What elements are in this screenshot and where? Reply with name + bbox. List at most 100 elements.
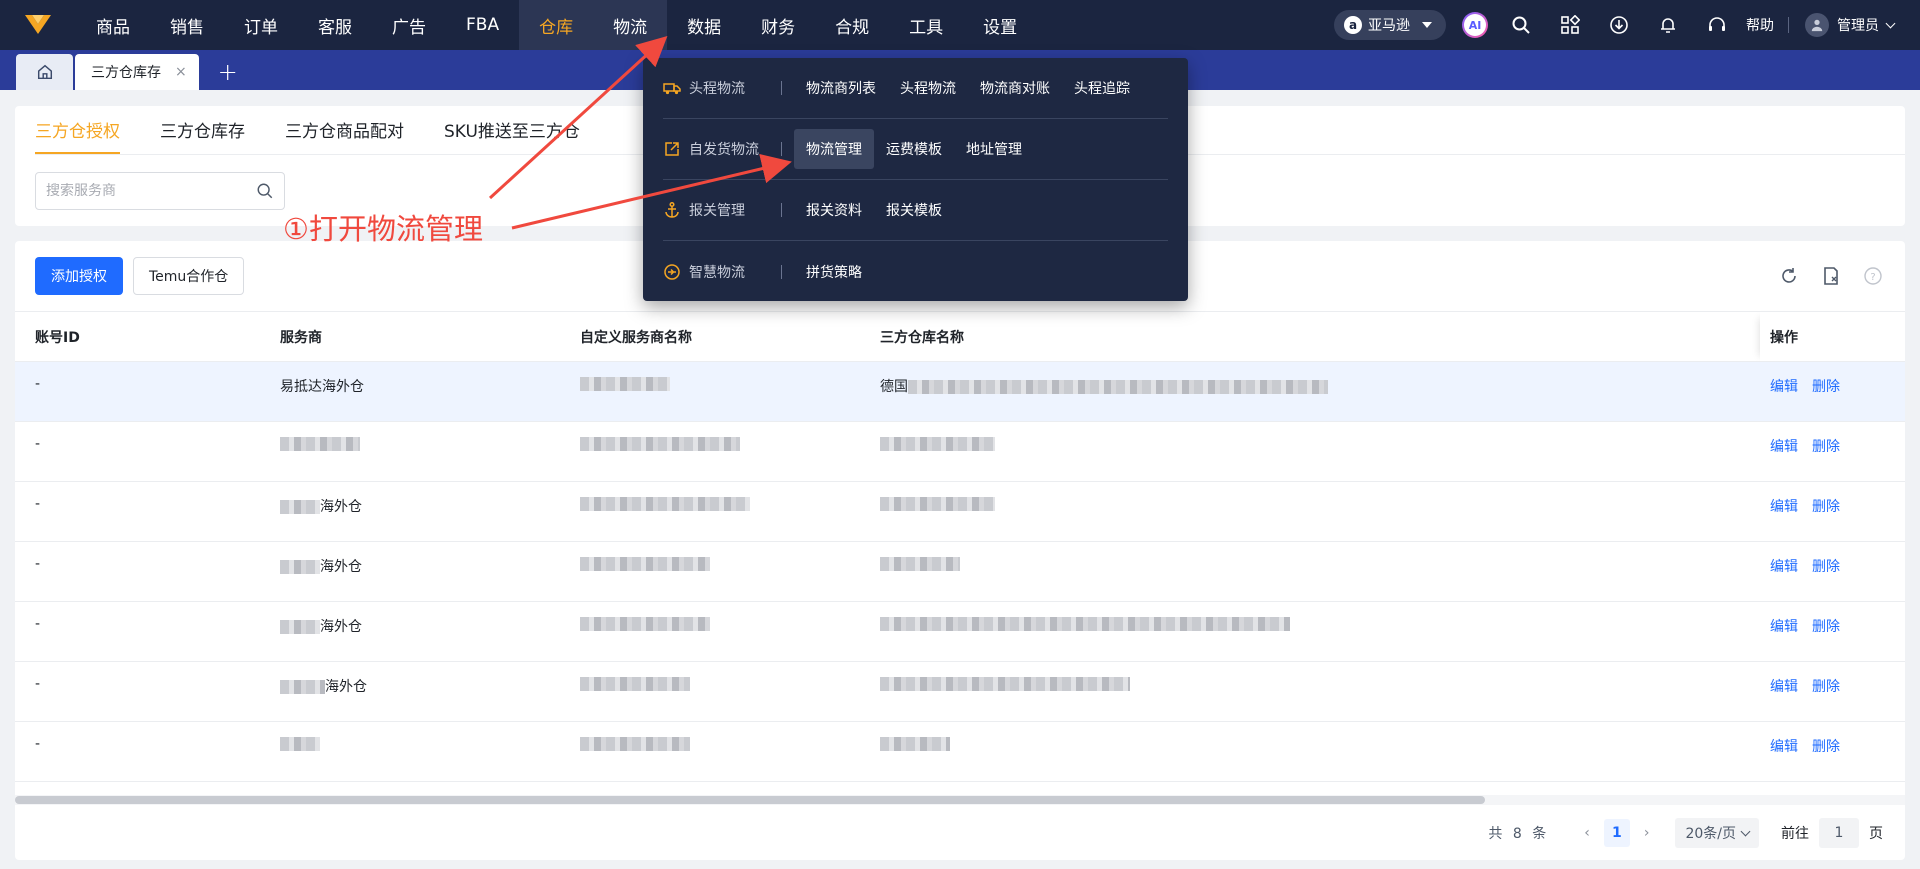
ai-assistant-icon[interactable]: AI: [1462, 12, 1488, 38]
app-logo-icon[interactable]: [0, 0, 76, 50]
delete-button[interactable]: 删除: [1812, 499, 1840, 515]
menu-group-label: 报关管理: [689, 203, 745, 219]
nav-item-12[interactable]: 设置: [963, 0, 1037, 50]
help-icon[interactable]: ?: [1863, 266, 1883, 286]
menu-item[interactable]: 地址管理: [954, 129, 1034, 169]
menu-group-label: 智慧物流: [689, 264, 745, 281]
nav-item-5[interactable]: FBA: [446, 0, 519, 50]
menu-group-title: 头程物流: [663, 78, 781, 98]
nav-item-4[interactable]: 广告: [372, 0, 446, 50]
delete-button[interactable]: 删除: [1812, 739, 1840, 755]
sub-tab-3[interactable]: SKU推送至三方仓: [444, 117, 580, 154]
custom-name-cell: [560, 541, 860, 602]
menu-group-title: 报关管理: [663, 200, 781, 220]
nav-item-2[interactable]: 订单: [224, 0, 298, 50]
actions-cell: 编辑 删除: [1760, 541, 1905, 602]
edit-button[interactable]: 编辑: [1770, 439, 1798, 455]
apps-grid-icon[interactable]: [1559, 14, 1581, 36]
warehouse-name-cell: [860, 721, 1760, 782]
edit-button[interactable]: 编辑: [1770, 559, 1798, 575]
warehouse-name-cell: [860, 421, 1760, 482]
delete-button[interactable]: 删除: [1812, 559, 1840, 575]
redacted-mosaic: [580, 437, 740, 451]
delete-button[interactable]: 删除: [1812, 619, 1840, 635]
edit-button[interactable]: 编辑: [1770, 679, 1798, 695]
nav-item-9[interactable]: 财务: [741, 0, 815, 50]
nav-item-8[interactable]: 数据: [667, 0, 741, 50]
tab-third-party-inventory[interactable]: 三方仓库存 ×: [75, 54, 199, 90]
nav-item-10[interactable]: 合规: [815, 0, 889, 50]
horizontal-scrollbar[interactable]: [15, 795, 1905, 805]
edit-button[interactable]: 编辑: [1770, 379, 1798, 395]
prev-page-button[interactable]: ‹: [1584, 825, 1590, 841]
help-link[interactable]: 帮助: [1746, 15, 1774, 35]
delete-button[interactable]: 删除: [1812, 379, 1840, 395]
nav-item-0[interactable]: 商品: [76, 0, 150, 50]
account-id-cell: -: [15, 721, 260, 782]
page-size-select[interactable]: 20条/页: [1675, 818, 1759, 848]
column-settings-icon[interactable]: [1821, 266, 1841, 286]
sub-tab-1[interactable]: 三方仓库存: [160, 117, 245, 154]
menu-group-label: 自发货物流: [689, 142, 759, 158]
nav-item-1[interactable]: 销售: [150, 0, 224, 50]
nav-item-7[interactable]: 物流: [593, 0, 668, 50]
nav-item-6[interactable]: 仓库: [519, 0, 594, 50]
table-header-row: 账号ID 服务商 自定义服务商名称 三方仓库名称 操作: [15, 311, 1905, 362]
warehouse-name-cell: 德国: [860, 361, 1760, 422]
menu-item[interactable]: 报关资料: [794, 190, 874, 230]
provider-cell: 易抵达海外仓: [260, 361, 560, 422]
next-page-button[interactable]: ›: [1644, 825, 1650, 841]
store-switcher[interactable]: a 亚马逊: [1334, 10, 1446, 40]
nav-item-3[interactable]: 客服: [298, 0, 372, 50]
redacted-mosaic: [880, 497, 995, 511]
goto-page-input[interactable]: 1: [1819, 818, 1859, 848]
custom-name-cell: [560, 421, 860, 482]
home-tab[interactable]: [16, 54, 73, 90]
provider-name: 海外仓: [325, 679, 367, 695]
actions-cell: 编辑 删除: [1760, 361, 1905, 422]
table-row[interactable]: - 海外仓 编辑 删除: [15, 601, 1905, 662]
edit-button[interactable]: 编辑: [1770, 739, 1798, 755]
menu-item[interactable]: 物流管理: [794, 129, 874, 169]
bell-icon[interactable]: [1657, 14, 1679, 36]
edit-button[interactable]: 编辑: [1770, 499, 1798, 515]
sub-tab-0[interactable]: 三方仓授权: [35, 117, 120, 154]
edit-button[interactable]: 编辑: [1770, 619, 1798, 635]
menu-item[interactable]: 拼货策略: [794, 252, 874, 292]
table-row[interactable]: - 海外仓 编辑 删除: [15, 481, 1905, 542]
temu-warehouse-button[interactable]: Temu合作仓: [133, 257, 245, 295]
column-header: 服务商: [260, 311, 560, 362]
search-icon[interactable]: [1510, 14, 1532, 36]
menu-item[interactable]: 头程物流: [888, 68, 968, 108]
redacted-mosaic: [580, 377, 670, 391]
delete-button[interactable]: 删除: [1812, 439, 1840, 455]
sub-tab-2[interactable]: 三方仓商品配对: [285, 117, 404, 154]
search-input[interactable]: [46, 183, 246, 199]
table-row[interactable]: - 易抵达海外仓 德国 编辑 删除: [15, 361, 1905, 422]
table-row[interactable]: - 编辑 删除: [15, 721, 1905, 782]
menu-item[interactable]: 报关模板: [874, 190, 954, 230]
table-row[interactable]: - 编辑 删除: [15, 421, 1905, 482]
user-name[interactable]: 管理员: [1837, 15, 1879, 35]
menu-item[interactable]: 物流商对账: [968, 68, 1062, 108]
headset-icon[interactable]: [1706, 14, 1728, 36]
table-row[interactable]: - 海外仓 编辑 删除: [15, 661, 1905, 722]
menu-item[interactable]: 头程追踪: [1062, 68, 1142, 108]
menu-item[interactable]: 物流商列表: [794, 68, 888, 108]
avatar[interactable]: [1805, 13, 1829, 37]
search-field[interactable]: [35, 172, 285, 210]
menu-item[interactable]: 运费模板: [874, 129, 954, 169]
download-icon[interactable]: [1608, 14, 1630, 36]
search-icon[interactable]: [256, 182, 274, 200]
close-icon[interactable]: ×: [175, 64, 187, 80]
delete-button[interactable]: 删除: [1812, 679, 1840, 695]
refresh-icon[interactable]: [1779, 266, 1799, 286]
nav-item-11[interactable]: 工具: [889, 0, 963, 50]
divider: [781, 203, 782, 217]
chevron-down-icon[interactable]: [1885, 18, 1896, 28]
scrollbar-thumb[interactable]: [15, 796, 1485, 804]
table-row[interactable]: - 海外仓 编辑 删除: [15, 541, 1905, 602]
page-number-current[interactable]: 1: [1603, 819, 1630, 847]
add-authorization-button[interactable]: 添加授权: [35, 257, 123, 295]
add-tab-button[interactable]: +: [199, 54, 257, 90]
